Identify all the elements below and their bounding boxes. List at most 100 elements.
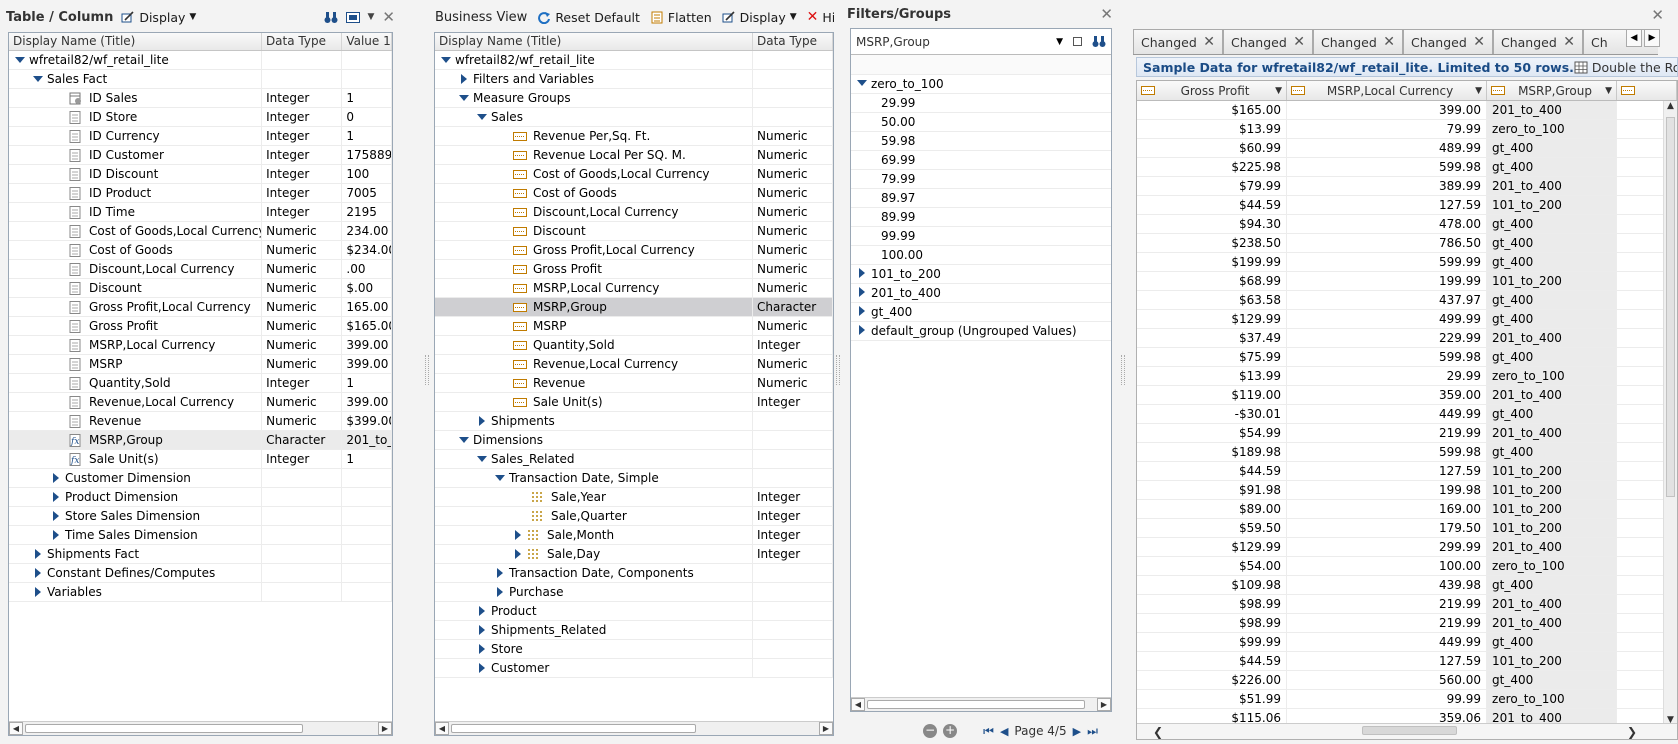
expand-closed-icon[interactable] bbox=[459, 74, 469, 84]
tree-row[interactable]: Constant Defines/Computes bbox=[9, 564, 392, 583]
expand-closed-icon[interactable] bbox=[857, 287, 867, 297]
chevron-down-icon[interactable]: ▼ bbox=[1275, 86, 1282, 96]
tree-row[interactable]: Shipments Fact bbox=[9, 545, 392, 564]
table-row[interactable]: $13.99 29.99 zero_to_100 bbox=[1137, 367, 1677, 386]
table-row[interactable]: $89.00 169.00 101_to_200 bbox=[1137, 500, 1677, 519]
tab-changed[interactable]: Changed ✕ bbox=[1313, 29, 1403, 54]
group-row[interactable]: default_group (Ungrouped Values) bbox=[851, 322, 1111, 341]
tree-row[interactable]: Discount Numeric $.00 bbox=[9, 279, 392, 298]
col-header-data-type[interactable]: Data Type bbox=[753, 33, 833, 50]
scroll-left-icon[interactable]: ◀ bbox=[851, 698, 865, 711]
tree-row[interactable]: MSRP,Local Currency Numeric bbox=[435, 279, 833, 298]
tree-row[interactable]: Transaction Date, Components bbox=[435, 564, 833, 583]
table-row[interactable]: $54.00 100.00 zero_to_100 bbox=[1137, 557, 1677, 576]
table-row[interactable]: $226.00 560.00 gt_400 bbox=[1137, 671, 1677, 690]
expand-closed-icon[interactable] bbox=[495, 568, 505, 578]
expand-closed-icon[interactable] bbox=[51, 492, 61, 502]
splitter[interactable] bbox=[1119, 0, 1125, 744]
horizontal-scrollbar[interactable]: ❮ ❯ bbox=[1137, 723, 1677, 739]
expand-closed-icon[interactable] bbox=[33, 549, 43, 559]
table-row[interactable]: $13.99 79.99 zero_to_100 bbox=[1137, 120, 1677, 139]
table-row[interactable]: $68.99 199.99 101_to_200 bbox=[1137, 272, 1677, 291]
tree-row[interactable]: Customer bbox=[435, 659, 833, 678]
table-row[interactable]: -$30.01 449.99 gt_400 bbox=[1137, 405, 1677, 424]
scroll-right-icon[interactable]: ❯ bbox=[1627, 725, 1637, 739]
hide-button[interactable]: ✕ Hide bbox=[807, 9, 834, 25]
expand-closed-icon[interactable] bbox=[33, 587, 43, 597]
tab-changed[interactable]: Changed ✕ bbox=[1403, 29, 1493, 54]
expand-open-icon[interactable] bbox=[495, 473, 505, 483]
view-options-icon[interactable] bbox=[345, 11, 360, 24]
vertical-scrollbar[interactable]: ▲ ▼ bbox=[1663, 101, 1677, 725]
group-row[interactable]: 89.99 bbox=[851, 208, 1111, 227]
tree-row[interactable]: Shipments bbox=[435, 412, 833, 431]
tree-row[interactable]: Revenue,Local Currency Numeric bbox=[435, 355, 833, 374]
tree-row[interactable]: Gross Profit,Local Currency Numeric bbox=[435, 241, 833, 260]
table-row[interactable]: $44.59 127.59 101_to_200 bbox=[1137, 652, 1677, 671]
display-menu-button[interactable]: Display ▼ bbox=[722, 10, 797, 25]
close-icon[interactable]: ✕ bbox=[1100, 5, 1113, 23]
expand-closed-icon[interactable] bbox=[857, 325, 867, 335]
tab-scroll-left-icon[interactable]: ◀ bbox=[1626, 29, 1642, 47]
close-icon[interactable]: ✕ bbox=[1293, 34, 1305, 50]
expand-open-icon[interactable] bbox=[441, 55, 451, 65]
expand-closed-icon[interactable] bbox=[477, 644, 487, 654]
tree-row[interactable]: Sale,Quarter Integer bbox=[435, 507, 833, 526]
horizontal-scrollbar[interactable]: ◀ ▶ bbox=[9, 721, 392, 735]
chevron-down-icon[interactable]: ▼ bbox=[368, 12, 375, 22]
scroll-thumb[interactable] bbox=[867, 700, 1085, 709]
splitter[interactable] bbox=[423, 0, 429, 744]
tab-changed[interactable]: Changed ✕ bbox=[1493, 29, 1583, 54]
tree-row[interactable]: Gross Profit Numeric $165.00 bbox=[9, 317, 392, 336]
scroll-left-icon[interactable]: ◀ bbox=[9, 722, 23, 735]
expand-open-icon[interactable] bbox=[459, 93, 469, 103]
tree-row[interactable]: wfretail82/wf_retail_lite bbox=[9, 51, 392, 70]
table-row[interactable]: $63.58 437.97 gt_400 bbox=[1137, 291, 1677, 310]
table-row[interactable]: $54.99 219.99 201_to_400 bbox=[1137, 424, 1677, 443]
col-header-data-type[interactable]: Data Type bbox=[262, 33, 343, 50]
table-row[interactable]: $98.99 219.99 201_to_400 bbox=[1137, 614, 1677, 633]
expand-closed-icon[interactable] bbox=[477, 663, 487, 673]
table-row[interactable]: $75.99 599.98 gt_400 bbox=[1137, 348, 1677, 367]
tree-row[interactable]: MSRP,Group Character bbox=[435, 298, 833, 317]
table-row[interactable]: $98.99 219.99 201_to_400 bbox=[1137, 595, 1677, 614]
scroll-right-icon[interactable]: ▶ bbox=[819, 722, 833, 735]
table-row[interactable]: $60.99 489.99 gt_400 bbox=[1137, 139, 1677, 158]
scroll-left-icon[interactable]: ❮ bbox=[1153, 725, 1163, 739]
first-page-icon[interactable]: ⏮ bbox=[983, 724, 994, 739]
flatten-button[interactable]: Flatten bbox=[650, 10, 712, 25]
prev-page-icon[interactable]: ◀ bbox=[1000, 725, 1008, 738]
tree-row[interactable]: ID Sales Integer 1 bbox=[9, 89, 392, 108]
scroll-right-icon[interactable]: ▶ bbox=[378, 722, 392, 735]
tree-row[interactable]: ID Store Integer 0 bbox=[9, 108, 392, 127]
splitter[interactable] bbox=[834, 0, 840, 744]
col-header-value[interactable]: Value 1 bbox=[342, 33, 392, 50]
table-row[interactable]: $165.00 399.00 201_to_400 bbox=[1137, 101, 1677, 120]
tree-row[interactable]: Variables bbox=[9, 583, 392, 602]
binoculars-icon[interactable] bbox=[324, 11, 338, 24]
expand-open-icon[interactable] bbox=[477, 454, 487, 464]
col-header-display-name[interactable]: Display Name (Title) bbox=[9, 33, 262, 50]
col-header-msrp-local[interactable]: MSRP,Local Currency ▼ bbox=[1287, 81, 1487, 100]
expand-closed-icon[interactable] bbox=[857, 306, 867, 316]
col-header-display-name[interactable]: Display Name (Title) bbox=[435, 33, 753, 50]
double-row-limit-button[interactable]: Double the Row Li bbox=[1574, 60, 1677, 75]
display-menu-button[interactable]: Display ▼ bbox=[121, 10, 196, 25]
group-row[interactable]: 69.99 bbox=[851, 151, 1111, 170]
tree-row[interactable]: Gross Profit Numeric bbox=[435, 260, 833, 279]
col-header-next[interactable] bbox=[1617, 81, 1677, 100]
tab-changed[interactable]: Changed ✕ bbox=[1223, 29, 1313, 54]
table-row[interactable]: $59.50 179.50 101_to_200 bbox=[1137, 519, 1677, 538]
scroll-right-icon[interactable]: ▶ bbox=[1097, 698, 1111, 711]
expand-closed-icon[interactable] bbox=[33, 568, 43, 578]
scroll-left-icon[interactable]: ◀ bbox=[435, 722, 449, 735]
tree-row[interactable]: wfretail82/wf_retail_lite bbox=[435, 51, 833, 70]
table-row[interactable]: $94.30 478.00 gt_400 bbox=[1137, 215, 1677, 234]
table-row[interactable]: $91.98 199.98 101_to_200 bbox=[1137, 481, 1677, 500]
expand-closed-icon[interactable] bbox=[51, 530, 61, 540]
close-icon[interactable]: ✕ bbox=[1203, 34, 1215, 50]
close-icon[interactable]: ✕ bbox=[1383, 34, 1395, 50]
tree-row[interactable]: Sale,Year Integer bbox=[435, 488, 833, 507]
expand-closed-icon[interactable] bbox=[477, 416, 487, 426]
close-icon[interactable]: ✕ bbox=[1563, 34, 1575, 50]
